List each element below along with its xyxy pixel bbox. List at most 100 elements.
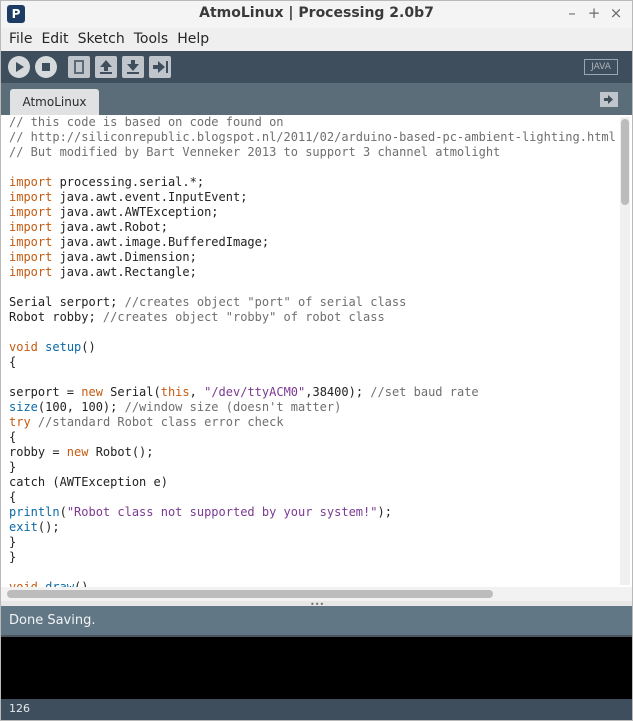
new-button[interactable] [68, 56, 90, 78]
menu-sketch[interactable]: Sketch [74, 28, 129, 51]
code-token: // But modified by Bart Venneker 2013 to… [9, 145, 501, 159]
horizontal-scroll-thumb[interactable] [7, 590, 493, 598]
code-line: serport = new Serial(this, "/dev/ttyACM0… [9, 385, 616, 400]
code-line: import java.awt.Robot; [9, 220, 616, 235]
code-token: (100, 100); [37, 400, 125, 414]
line-number: 126 [9, 702, 30, 715]
code-line: import java.awt.image.BufferedImage; [9, 235, 616, 250]
code-token: java.awt.event.InputEvent; [52, 190, 248, 204]
code-line: println("Robot class not supported by yo… [9, 505, 616, 520]
code-token: Serial( [102, 385, 161, 399]
menu-file[interactable]: File [5, 28, 36, 51]
code-token: serport = [9, 385, 82, 399]
console-area[interactable] [1, 635, 632, 699]
window-title: AtmoLinux | Processing 2.0b7 [199, 5, 434, 21]
code-token: java.awt.AWTException; [52, 205, 219, 219]
code-line: } [9, 535, 616, 550]
code-token: "Robot class not supported by your syste… [66, 505, 378, 519]
code-token: //window size (doesn't matter) [124, 400, 342, 414]
menu-tools[interactable]: Tools [130, 28, 173, 51]
horizontal-scrollbar[interactable] [1, 587, 632, 601]
status-bar: Done Saving. [1, 606, 632, 635]
code-line: // this code is based on code found on [9, 115, 616, 130]
code-token: //creates object "robby" of robot class [102, 310, 385, 324]
code-line: Serial serport; //creates object "port" … [9, 295, 616, 310]
code-token: "/dev/ttyACM0" [204, 385, 306, 399]
close-button[interactable]: × [606, 4, 626, 22]
code-token: { [9, 430, 17, 444]
code-line: void setup() [9, 340, 616, 355]
code-line: exit(); [9, 520, 616, 535]
footer-bar: 126 [1, 699, 632, 720]
code-token: Serial serport; [9, 295, 125, 309]
menu-edit[interactable]: Edit [37, 28, 72, 51]
code-token: new [81, 385, 103, 399]
code-token: void [9, 340, 38, 354]
code-token: java.awt.Robot; [52, 220, 168, 234]
status-message: Done Saving. [9, 613, 96, 628]
download-arrow-icon [127, 60, 139, 74]
code-token: catch (AWTException e) [9, 475, 168, 489]
code-line: { [9, 355, 616, 370]
code-token: Robot robby; [9, 310, 103, 324]
code-line: size(100, 100); //window size (doesn't m… [9, 400, 616, 415]
mode-selector[interactable]: JAVA [584, 59, 618, 75]
minimize-button[interactable]: – [562, 4, 582, 22]
window-controls: – + × [562, 4, 626, 22]
menu-bar: File Edit Sketch Tools Help [1, 28, 632, 51]
vertical-scroll-thumb[interactable] [621, 119, 629, 205]
code-token: draw [45, 580, 75, 587]
code-token: java.awt.Dimension; [52, 250, 197, 264]
tab-atmolinux[interactable]: AtmoLinux [10, 89, 99, 115]
code-line: // http://siliconrepublic.blogspot.nl/20… [9, 130, 616, 145]
vertical-scrollbar[interactable] [620, 117, 630, 585]
code-token: () [81, 340, 96, 354]
code-line: import java.awt.Rectangle; [9, 265, 616, 280]
code-token: void [9, 580, 38, 587]
code-token: new [66, 445, 89, 459]
menu-help[interactable]: Help [173, 28, 213, 51]
code-token: } [9, 550, 17, 564]
code-editor[interactable]: // this code is based on code found on//… [1, 115, 632, 587]
code-token: java.awt.image.BufferedImage; [52, 235, 270, 249]
code-token: { [9, 355, 17, 369]
open-button[interactable] [95, 56, 117, 78]
code-token: try [9, 415, 31, 429]
tab-strip: AtmoLinux [1, 83, 632, 115]
code-line: } [9, 550, 616, 565]
title-bar[interactable]: P AtmoLinux | Processing 2.0b7 – + × [1, 1, 632, 28]
export-button[interactable] [149, 56, 171, 78]
tab-menu-button[interactable] [600, 92, 618, 107]
code-token: exit [9, 520, 38, 534]
save-button[interactable] [122, 56, 144, 78]
code-token: import [9, 235, 53, 249]
code-token: import [9, 205, 53, 219]
code-token: java.awt.Rectangle; [52, 265, 197, 279]
stop-button[interactable] [35, 56, 57, 78]
code-token: processing.serial.*; [52, 175, 205, 189]
run-button[interactable] [8, 56, 30, 78]
code-line: robby = new Robot(); [9, 445, 616, 460]
code-token: import [9, 265, 53, 279]
code-token: // this code is based on code found on [9, 115, 284, 129]
code-token: size [9, 400, 38, 414]
code-token: (); [37, 520, 60, 534]
arrow-right-icon [604, 95, 613, 104]
code-token: } [9, 460, 17, 474]
code-token: { [9, 490, 17, 504]
code-token: ( [59, 505, 67, 519]
code-line: import java.awt.event.InputEvent; [9, 190, 616, 205]
processing-ide-window: P AtmoLinux | Processing 2.0b7 – + × Fil… [0, 0, 633, 721]
code-token: setup [45, 340, 82, 354]
code-token: // http://siliconrepublic.blogspot.nl/20… [9, 130, 616, 144]
new-file-icon [74, 60, 84, 74]
upload-arrow-icon [100, 60, 112, 74]
maximize-button[interactable]: + [584, 4, 604, 22]
code-token: import [9, 190, 53, 204]
code-token: println [9, 505, 60, 519]
